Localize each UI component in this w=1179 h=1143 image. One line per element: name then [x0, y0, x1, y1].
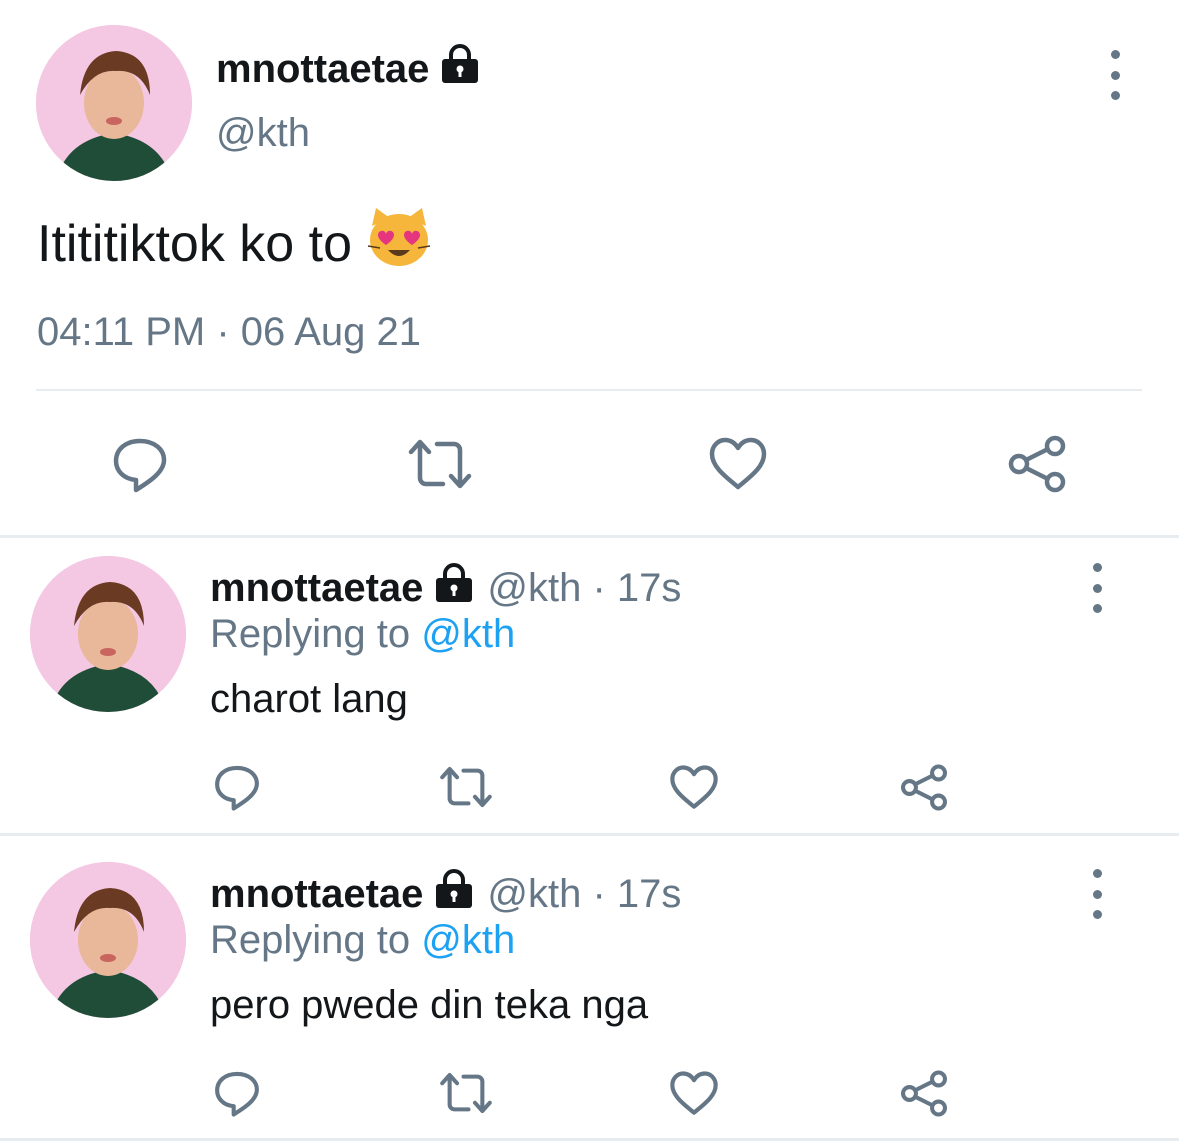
- lock-icon: [433, 563, 475, 613]
- reply-header: mnottaetae @kth · 17s: [210, 869, 681, 919]
- reply-button[interactable]: [108, 432, 172, 496]
- like-button[interactable]: [706, 432, 770, 496]
- author-handle[interactable]: @kth: [216, 111, 310, 156]
- more-options-button[interactable]: [1082, 869, 1112, 919]
- retweet-icon: [440, 1072, 492, 1114]
- more-options-button[interactable]: [1082, 563, 1112, 613]
- retweet-button[interactable]: [406, 432, 474, 496]
- handle-and-time: @kth · 17s: [487, 871, 682, 916]
- avatar[interactable]: [30, 556, 186, 712]
- reply-button[interactable]: [210, 762, 264, 812]
- more-options-button[interactable]: [1100, 50, 1130, 100]
- divider: [0, 1138, 1179, 1141]
- retweet-button[interactable]: [437, 762, 495, 812]
- share-icon: [1008, 435, 1066, 493]
- retweet-icon: [408, 439, 472, 489]
- avatar[interactable]: [30, 862, 186, 1018]
- retweet-icon: [440, 766, 492, 808]
- more-vertical-icon: [1092, 869, 1102, 878]
- reply-icon: [215, 765, 259, 811]
- share-icon: [901, 764, 947, 810]
- like-button[interactable]: [667, 1068, 721, 1118]
- replying-to: Replying to @kth: [210, 918, 516, 962]
- more-vertical-icon: [1092, 563, 1102, 572]
- handle-and-time: @kth · 17s: [487, 565, 682, 610]
- reply-icon: [215, 1071, 259, 1117]
- smiling-cat-heart-eyes-emoji: [366, 206, 432, 281]
- like-icon: [670, 1070, 718, 1115]
- tweet-timestamp: 04:11 PM · 06 Aug 21: [37, 310, 421, 354]
- more-vertical-icon: [1110, 50, 1120, 59]
- lock-icon: [439, 44, 481, 94]
- divider: [0, 833, 1179, 836]
- like-button[interactable]: [667, 762, 721, 812]
- like-icon: [709, 437, 767, 490]
- tweet-text: Itititiktok ko to: [37, 206, 432, 281]
- author-name[interactable]: mnottaetae: [210, 566, 423, 611]
- share-button[interactable]: [1004, 432, 1070, 496]
- author-name[interactable]: mnottaetae: [210, 872, 423, 917]
- lock-icon: [433, 869, 475, 919]
- divider: [36, 389, 1142, 391]
- replying-to-link[interactable]: @kth: [421, 918, 515, 962]
- reply-text: charot lang: [210, 677, 408, 721]
- reply-header: mnottaetae @kth · 17s: [210, 563, 681, 613]
- retweet-button[interactable]: [437, 1068, 495, 1118]
- share-icon: [901, 1070, 947, 1116]
- author-name[interactable]: mnottaetae: [216, 44, 481, 94]
- share-button[interactable]: [897, 762, 951, 812]
- reply-icon: [113, 438, 167, 493]
- share-button[interactable]: [897, 1068, 951, 1118]
- reply-text: pero pwede din teka nga: [210, 983, 649, 1027]
- like-icon: [670, 764, 718, 809]
- reply-button[interactable]: [210, 1068, 264, 1118]
- replying-to: Replying to @kth: [210, 612, 516, 656]
- avatar[interactable]: [36, 25, 192, 181]
- replying-to-link[interactable]: @kth: [421, 612, 515, 656]
- divider: [0, 535, 1179, 538]
